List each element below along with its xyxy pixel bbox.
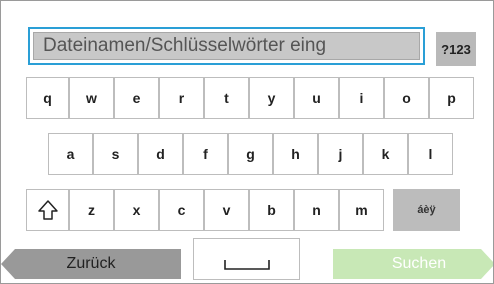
key-label: y xyxy=(267,90,276,106)
key-b[interactable]: b xyxy=(249,189,294,231)
key-l[interactable]: l xyxy=(408,133,453,175)
key-w[interactable]: w xyxy=(69,77,114,119)
key-c[interactable]: c xyxy=(159,189,204,231)
key-m[interactable]: m xyxy=(339,189,384,231)
key-label: z xyxy=(88,202,95,218)
search-button-label: Suchen xyxy=(391,255,447,272)
key-label: t xyxy=(224,90,229,106)
search-button[interactable]: Suchen xyxy=(333,249,493,279)
key-label: l xyxy=(428,146,433,162)
space-bar-icon xyxy=(224,260,270,270)
key-label: p xyxy=(447,90,456,106)
key-label: e xyxy=(132,90,141,106)
key-f[interactable]: f xyxy=(183,133,228,175)
key-o[interactable]: o xyxy=(384,77,429,119)
key-label: w xyxy=(86,90,97,106)
key-i[interactable]: i xyxy=(339,77,384,119)
key-v[interactable]: v xyxy=(204,189,249,231)
key-t[interactable]: t xyxy=(204,77,249,119)
key-label: v xyxy=(222,202,231,218)
key-label: m xyxy=(355,202,368,218)
key-label: o xyxy=(402,90,411,106)
back-button[interactable]: Zurück xyxy=(1,249,181,279)
key-label: g xyxy=(246,146,255,162)
accents-key-label: áèÿ xyxy=(417,204,436,216)
symbols-key[interactable]: ?123 xyxy=(436,32,476,66)
key-z[interactable]: z xyxy=(69,189,114,231)
back-button-label: Zurück xyxy=(66,255,116,272)
key-u[interactable]: u xyxy=(294,77,339,119)
key-r[interactable]: r xyxy=(159,77,204,119)
key-label: a xyxy=(66,146,75,162)
key-label: d xyxy=(156,146,165,162)
key-label: j xyxy=(338,146,343,162)
key-x[interactable]: x xyxy=(114,189,159,231)
shift-key[interactable] xyxy=(26,189,69,231)
key-g[interactable]: g xyxy=(228,133,273,175)
key-label: i xyxy=(359,90,364,106)
search-input[interactable]: Dateinamen/Schlüsselwörter eing xyxy=(33,32,420,60)
space-key[interactable] xyxy=(193,238,300,280)
key-q[interactable]: q xyxy=(26,77,69,119)
key-y[interactable]: y xyxy=(249,77,294,119)
key-label: r xyxy=(178,90,185,106)
keyboard-screen: Dateinamen/Schlüsselwörter eing ?123 q w… xyxy=(0,0,494,284)
key-label: c xyxy=(177,202,186,218)
key-label: s xyxy=(111,146,120,162)
shift-arrow-icon xyxy=(37,200,58,220)
key-label: h xyxy=(291,146,300,162)
key-label: x xyxy=(132,202,141,218)
key-label: k xyxy=(381,146,390,162)
key-d[interactable]: d xyxy=(138,133,183,175)
key-j[interactable]: j xyxy=(318,133,363,175)
accents-key[interactable]: áèÿ xyxy=(393,189,460,231)
key-p[interactable]: p xyxy=(429,77,474,119)
key-label: n xyxy=(312,202,321,218)
search-placeholder: Dateinamen/Schlüsselwörter eing xyxy=(43,35,327,56)
symbols-key-label: ?123 xyxy=(441,41,471,57)
key-label: q xyxy=(43,90,52,106)
search-field[interactable]: Dateinamen/Schlüsselwörter eing xyxy=(28,27,425,65)
key-s[interactable]: s xyxy=(93,133,138,175)
key-n[interactable]: n xyxy=(294,189,339,231)
key-k[interactable]: k xyxy=(363,133,408,175)
key-label: f xyxy=(203,146,208,162)
key-label: u xyxy=(312,90,321,106)
key-e[interactable]: e xyxy=(114,77,159,119)
key-h[interactable]: h xyxy=(273,133,318,175)
key-label: b xyxy=(267,202,276,218)
key-a[interactable]: a xyxy=(48,133,93,175)
